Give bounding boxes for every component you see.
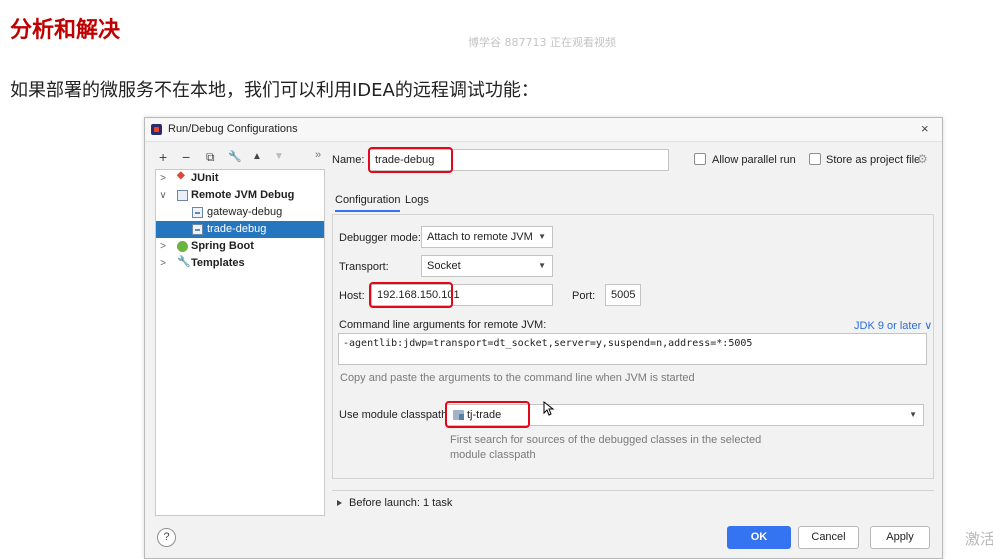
wrench-icon: 🔧 <box>177 256 191 268</box>
tree-item-label: trade-debug <box>207 223 267 235</box>
tree-item-gateway-debug[interactable]: gateway-debug <box>156 204 324 221</box>
tab-logs[interactable]: Logs <box>405 190 429 212</box>
copy-icon[interactable]: ⧉ <box>206 148 215 166</box>
module-hint-line-2: module classpath <box>450 449 536 461</box>
help-button[interactable]: ? <box>157 528 176 547</box>
store-project-file-checkbox[interactable] <box>809 153 821 165</box>
before-launch-label: Before launch: 1 task <box>349 497 453 509</box>
slide-title: 分析和解决 <box>10 18 121 43</box>
run-debug-configurations-dialog: Run/Debug Configurations × + − ⧉ 🔧 ▲ ▼ »… <box>144 117 943 559</box>
port-field[interactable]: 5005 <box>605 284 641 306</box>
allow-parallel-label: Allow parallel run <box>712 154 796 166</box>
configuration-panel: Debugger mode: Attach to remote JVM ▼ Tr… <box>332 214 934 479</box>
module-hint-line-1: First search for sources of the debugged… <box>450 434 762 446</box>
host-field[interactable]: 192.168.150.101 <box>371 284 553 306</box>
cancel-button[interactable]: Cancel <box>798 526 859 549</box>
dropdown-arrow-icon: ▼ <box>538 261 546 270</box>
module-classpath-label: Use module classpath: <box>339 409 451 421</box>
module-classpath-value: tj-trade <box>467 409 502 421</box>
debugger-mode-select[interactable]: Attach to remote JVM ▼ <box>421 226 553 248</box>
tree-item-label: Remote JVM Debug <box>191 189 295 201</box>
config-icon <box>192 207 203 218</box>
more-icon[interactable]: » <box>315 149 321 161</box>
tree-item-remote-jvm-debug[interactable]: ∨ Remote JVM Debug <box>156 187 324 204</box>
expand-triangle-icon <box>337 500 342 506</box>
dropdown-arrow-icon: ▼ <box>909 410 917 419</box>
chevron-right-icon[interactable]: > <box>158 170 168 187</box>
dialog-titlebar: Run/Debug Configurations × <box>145 118 942 142</box>
store-project-file-label: Store as project file <box>826 154 921 166</box>
tree-item-label: JUnit <box>191 172 219 184</box>
chevron-right-icon[interactable]: > <box>158 255 168 272</box>
dropdown-arrow-icon: ▼ <box>538 232 546 241</box>
tree-item-label: Spring Boot <box>191 240 254 252</box>
activation-watermark: 激活 <box>965 530 993 548</box>
close-icon[interactable]: × <box>921 121 929 136</box>
transport-label: Transport: <box>339 261 389 273</box>
debugger-mode-value: Attach to remote JVM <box>427 231 533 243</box>
transport-select[interactable]: Socket ▼ <box>421 255 553 277</box>
viewer-watermark: 博学谷 887713 正在观看视频 <box>468 36 616 49</box>
remote-jvm-icon <box>177 190 188 201</box>
tab-configuration[interactable]: Configuration <box>335 190 401 212</box>
chevron-down-icon[interactable]: ∨ <box>158 187 168 204</box>
config-icon <box>192 224 203 235</box>
tree-item-junit[interactable]: > ◆ JUnit <box>156 170 324 187</box>
spring-boot-icon <box>177 241 188 252</box>
transport-value: Socket <box>427 260 461 272</box>
cmd-args-hint: Copy and paste the arguments to the comm… <box>340 372 695 384</box>
name-field[interactable]: trade-debug <box>369 149 669 171</box>
allow-parallel-checkbox[interactable] <box>694 153 706 165</box>
tree-item-templates[interactable]: > 🔧 Templates <box>156 255 324 272</box>
move-down-icon[interactable]: ▼ <box>274 148 284 166</box>
mouse-cursor-icon <box>543 401 555 416</box>
debugger-mode-label: Debugger mode: <box>339 232 421 244</box>
dialog-title: Run/Debug Configurations <box>168 123 298 135</box>
port-label: Port: <box>572 290 596 302</box>
ok-button[interactable]: OK <box>727 526 791 549</box>
move-up-icon[interactable]: ▲ <box>252 148 262 166</box>
apply-button[interactable]: Apply <box>870 526 930 549</box>
module-icon <box>453 410 464 420</box>
configuration-tree: > ◆ JUnit ∨ Remote JVM Debug gateway-deb… <box>155 169 325 516</box>
tree-item-spring-boot[interactable]: > Spring Boot <box>156 238 324 255</box>
tree-item-label: gateway-debug <box>207 206 283 218</box>
add-icon[interactable]: + <box>159 148 167 166</box>
name-label: Name: <box>332 154 365 166</box>
intellij-app-icon <box>151 124 162 135</box>
junit-icon: ◆ <box>177 170 185 181</box>
separator <box>332 490 934 491</box>
cmd-args-field[interactable]: -agentlib:jdwp=transport=dt_socket,serve… <box>338 333 927 365</box>
gear-icon[interactable]: ⚙ <box>917 152 928 166</box>
module-classpath-select[interactable]: tj-trade ▼ <box>446 404 924 426</box>
tree-item-trade-debug[interactable]: trade-debug <box>156 221 324 238</box>
wrench-icon[interactable]: 🔧 <box>228 148 242 166</box>
tree-item-label: Templates <box>191 257 245 269</box>
host-label: Host: <box>339 290 365 302</box>
jdk-version-link[interactable]: JDK 9 or later ∨ <box>854 319 932 332</box>
chevron-right-icon[interactable]: > <box>158 238 168 255</box>
remove-icon[interactable]: − <box>182 148 190 166</box>
slide-body-text: 如果部署的微服务不在本地，我们可以利用IDEA的远程调试功能： <box>10 80 539 101</box>
cmd-args-label: Command line arguments for remote JVM: <box>339 319 547 331</box>
tree-toolbar: + − ⧉ 🔧 ▲ ▼ » <box>155 148 325 166</box>
